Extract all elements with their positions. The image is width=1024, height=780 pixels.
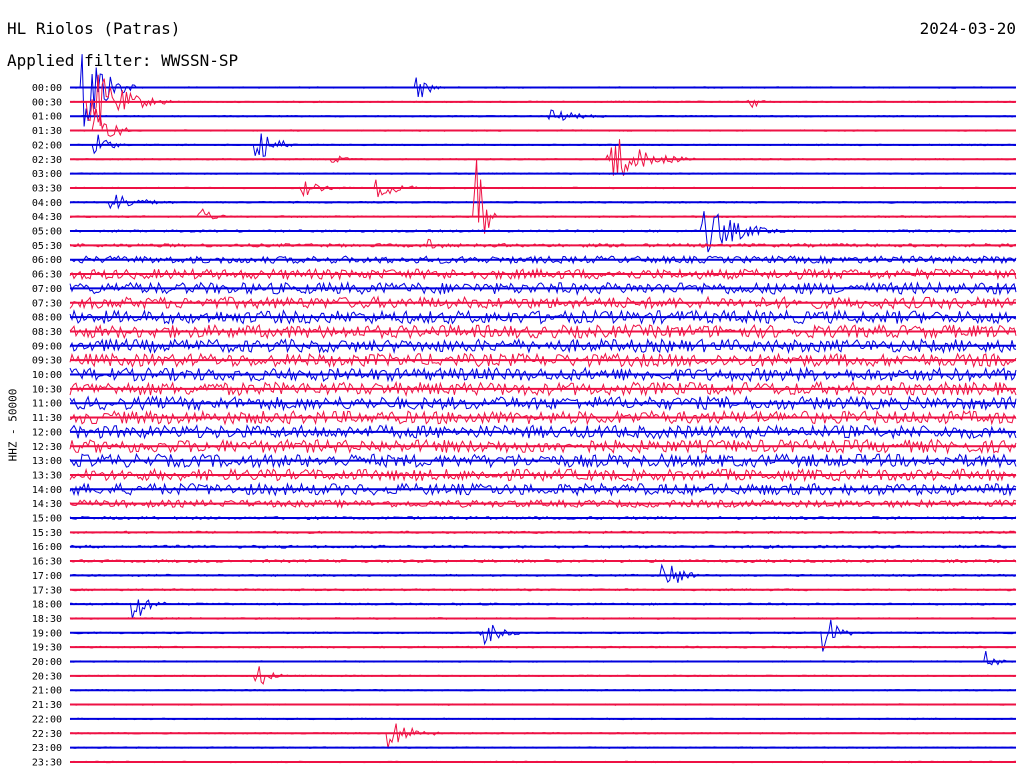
time-tick-label: 03:00 [32,169,62,180]
time-tick-label: 01:00 [32,112,62,123]
time-tick-label: 23:30 [32,757,62,768]
time-tick-label: 07:30 [32,298,62,309]
time-tick-label: 08:30 [32,327,62,338]
time-tick-label: 02:00 [32,140,62,151]
trace-line [69,109,1017,137]
time-tick-label: 16:30 [32,557,62,568]
time-tick-label: 09:30 [32,356,62,367]
trace-line [69,651,1017,666]
time-tick-label: 19:00 [32,628,62,639]
time-tick-label: 00:30 [32,97,62,108]
time-tick-label: 09:00 [32,341,62,352]
time-tick-label: 00:00 [32,83,62,94]
trace-line [69,159,1017,234]
time-tick-label: 22:30 [32,729,62,740]
time-tick-label: 20:00 [32,657,62,668]
time-tick-label: 12:30 [32,442,62,453]
time-tick-label: 06:00 [32,255,62,266]
time-tick-label: 18:00 [32,600,62,611]
time-tick-label: 03:30 [32,183,62,194]
time-tick-label: 21:30 [32,700,62,711]
trace-line [69,109,1017,122]
time-tick-label: 22:00 [32,714,62,725]
time-tick-label: 10:30 [32,384,62,395]
time-tick-label: 11:00 [32,399,62,410]
helicorder-plot: 00:00 00:30 01:00 01:30 02:00 02:30 03:00 03:30… [32,54,1017,768]
time-tick-label: 10:00 [32,370,62,381]
time-tick-label: 15:00 [32,514,62,525]
time-tick-label: 08:00 [32,313,62,324]
trace-line [69,723,1017,749]
time-tick-label: 17:30 [32,585,62,596]
time-tick-label: 04:30 [32,212,62,223]
time-tick-label: 07:00 [32,284,62,295]
time-tick-label: 13:00 [32,456,62,467]
time-tick-label: 14:30 [32,499,62,510]
time-tick-label: 23:00 [32,743,62,754]
trace-line [69,563,1017,584]
time-tick-label: 12:00 [32,427,62,438]
time-tick-label: 11:30 [32,413,62,424]
time-tick-label: 18:30 [32,614,62,625]
time-tick-label: 21:00 [32,686,62,697]
time-tick-label: 04:00 [32,198,62,209]
time-tick-label: 05:00 [32,227,62,238]
trace-line [69,599,1017,619]
trace-line [69,74,1017,127]
time-tick-label: 19:30 [32,643,62,654]
time-tick-label: 06:30 [32,270,62,281]
time-tick-label: 16:00 [32,542,62,553]
trace-line [69,238,1017,249]
time-tick-label: 14:00 [32,485,62,496]
time-tick-label: 05:30 [32,241,62,252]
time-tick-label: 01:30 [32,126,62,137]
time-tick-label: 17:00 [32,571,62,582]
time-tick-label: 20:30 [32,671,62,682]
time-tick-label: 13:30 [32,470,62,481]
time-tick-label: 02:30 [32,155,62,166]
time-tick-label: 15:30 [32,528,62,539]
